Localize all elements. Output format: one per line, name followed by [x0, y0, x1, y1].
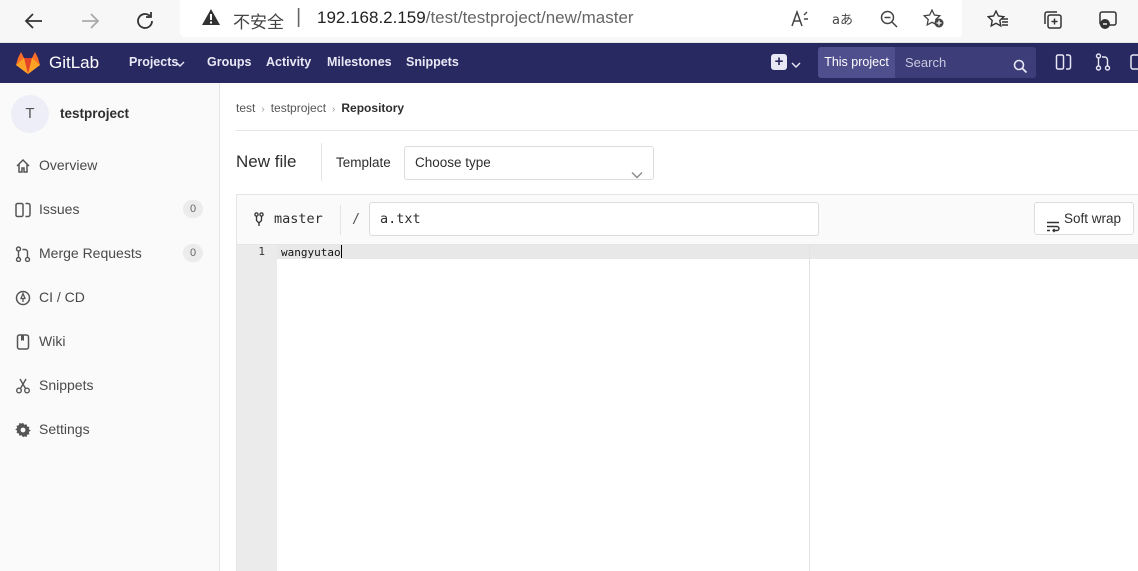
url-path: /test/testproject/new/master [425, 8, 634, 27]
code-line-text: wangyutao [281, 246, 341, 259]
refresh-icon [137, 12, 153, 29]
sidebar-item-label: Snippets [39, 377, 94, 393]
breadcrumb-divider [236, 130, 1138, 131]
soft-wrap-label: Soft wrap [1064, 211, 1122, 226]
breadcrumb-project[interactable]: testproject [271, 101, 326, 115]
file-editor-header: master / a.txt Soft wrap [236, 194, 1138, 245]
branch-icon [254, 212, 264, 231]
browser-extension-icon[interactable] [1094, 6, 1122, 34]
code-line[interactable]: wangyutao [281, 245, 342, 260]
title-divider [321, 143, 322, 181]
sidebar-item-snippets[interactable]: Snippets [0, 365, 219, 405]
search-icon [1013, 54, 1028, 85]
main-content: test › testproject › Repository New file Tem… [220, 83, 1138, 571]
merge-request-icon [14, 245, 32, 263]
sidebar-item-ci-cd[interactable]: CI / CD [0, 277, 219, 317]
sidebar-item-label: Settings [39, 421, 90, 437]
issues-header-icon[interactable] [1055, 53, 1072, 76]
breadcrumb-current[interactable]: Repository [341, 101, 404, 115]
gitlab-logo-icon[interactable] [15, 51, 41, 80]
nav-activity[interactable]: Activity [266, 55, 311, 69]
add-favorite-icon[interactable] [922, 7, 946, 31]
new-item-plus-icon[interactable]: + [771, 54, 787, 70]
soft-wrap-icon [1046, 213, 1060, 244]
browser-toolbar: 不安全 | 192.168.2.159/test/testproject/new… [0, 0, 1138, 43]
url-text[interactable]: 192.168.2.159/test/testproject/new/maste… [317, 8, 634, 28]
collections-icon[interactable] [1039, 6, 1067, 34]
nav-groups[interactable]: Groups [207, 55, 251, 69]
sidebar-item-settings[interactable]: Settings [0, 409, 219, 449]
breadcrumb-chevron-icon: › [261, 104, 265, 115]
forward-button[interactable] [74, 5, 106, 37]
sidebar-item-issues[interactable]: Issues 0 [0, 189, 219, 229]
breadcrumb-group[interactable]: test [236, 101, 255, 115]
favorites-icon[interactable] [984, 6, 1012, 34]
chevron-down-icon [631, 159, 643, 191]
gitlab-brand[interactable]: GitLab [49, 53, 99, 73]
search-input[interactable]: Search [895, 47, 1036, 78]
search-scope-badge[interactable]: This project [818, 47, 895, 78]
back-arrow-icon [24, 13, 42, 29]
home-icon [14, 157, 32, 175]
url-host: 192.168.2.159 [317, 8, 426, 27]
breadcrumb-chevron-icon: › [332, 104, 336, 115]
soft-wrap-button[interactable]: Soft wrap [1034, 202, 1134, 235]
back-button[interactable] [18, 5, 50, 37]
project-avatar[interactable]: T [11, 95, 49, 133]
project-name[interactable]: testproject [60, 106, 129, 121]
template-select-value: Choose type [415, 155, 491, 170]
code-editor[interactable]: 1 wangyutao [236, 245, 1138, 571]
book-icon [14, 333, 32, 351]
refresh-button[interactable] [129, 5, 161, 37]
sidebar-item-label: CI / CD [39, 289, 85, 305]
zoom-out-icon[interactable] [877, 7, 901, 31]
page-title: New file [236, 152, 297, 171]
file-name-input[interactable]: a.txt [369, 202, 819, 236]
plus-chevron-down-icon[interactable] [791, 56, 801, 74]
sidebar-item-wiki[interactable]: Wiki [0, 321, 219, 361]
sidebar-item-overview[interactable]: Overview [0, 145, 219, 185]
path-separator: / [352, 211, 361, 227]
text-cursor [340, 245, 342, 258]
url-divider: | [296, 6, 302, 28]
sidebar-item-merge-requests[interactable]: Merge Requests 0 [0, 233, 219, 273]
sidebar-item-label: Merge Requests [39, 245, 142, 261]
nav-projects[interactable]: Projects [129, 55, 178, 69]
line-number: 1 [258, 245, 265, 258]
project-sidebar: T testproject Overview Issues 0 Merge Re… [0, 83, 220, 571]
search-placeholder: Search [905, 55, 947, 70]
template-type-select[interactable]: Choose type [404, 146, 654, 180]
svg-text:aあ: aあ [832, 13, 853, 28]
active-line-highlight [277, 245, 1138, 259]
rocket-icon [14, 289, 32, 307]
sidebar-item-label: Wiki [39, 333, 66, 349]
chevron-down-icon[interactable] [175, 57, 185, 71]
insecure-label[interactable]: 不安全 [233, 8, 284, 33]
nav-milestones[interactable]: Milestones [327, 55, 392, 69]
print-margin [809, 245, 810, 571]
scissors-icon [14, 377, 32, 395]
nav-snippets[interactable]: Snippets [406, 55, 459, 69]
branch-name: master [274, 211, 323, 227]
merge-requests-header-icon[interactable] [1095, 53, 1111, 76]
sidebar-item-label: Overview [39, 157, 98, 173]
address-bar[interactable]: 不安全 | 192.168.2.159/test/testproject/new… [180, 0, 962, 37]
gear-icon [14, 421, 32, 439]
template-label: Template [336, 155, 391, 170]
read-aloud-icon[interactable] [788, 7, 812, 31]
sidebar-item-label: Issues [39, 201, 80, 217]
gitlab-header: GitLab Projects Groups Activity Mileston… [0, 43, 1138, 83]
todos-header-icon[interactable] [1130, 53, 1138, 76]
path-divider [340, 205, 341, 235]
issues-icon [14, 201, 32, 219]
forward-arrow-icon [82, 13, 100, 29]
breadcrumb: test › testproject › Repository [236, 101, 408, 115]
warning-icon[interactable] [201, 8, 221, 31]
issues-count-badge: 0 [183, 200, 203, 218]
merge-requests-count-badge: 0 [183, 244, 203, 262]
translate-icon[interactable]: aあ [831, 7, 855, 31]
line-gutter [237, 245, 277, 571]
